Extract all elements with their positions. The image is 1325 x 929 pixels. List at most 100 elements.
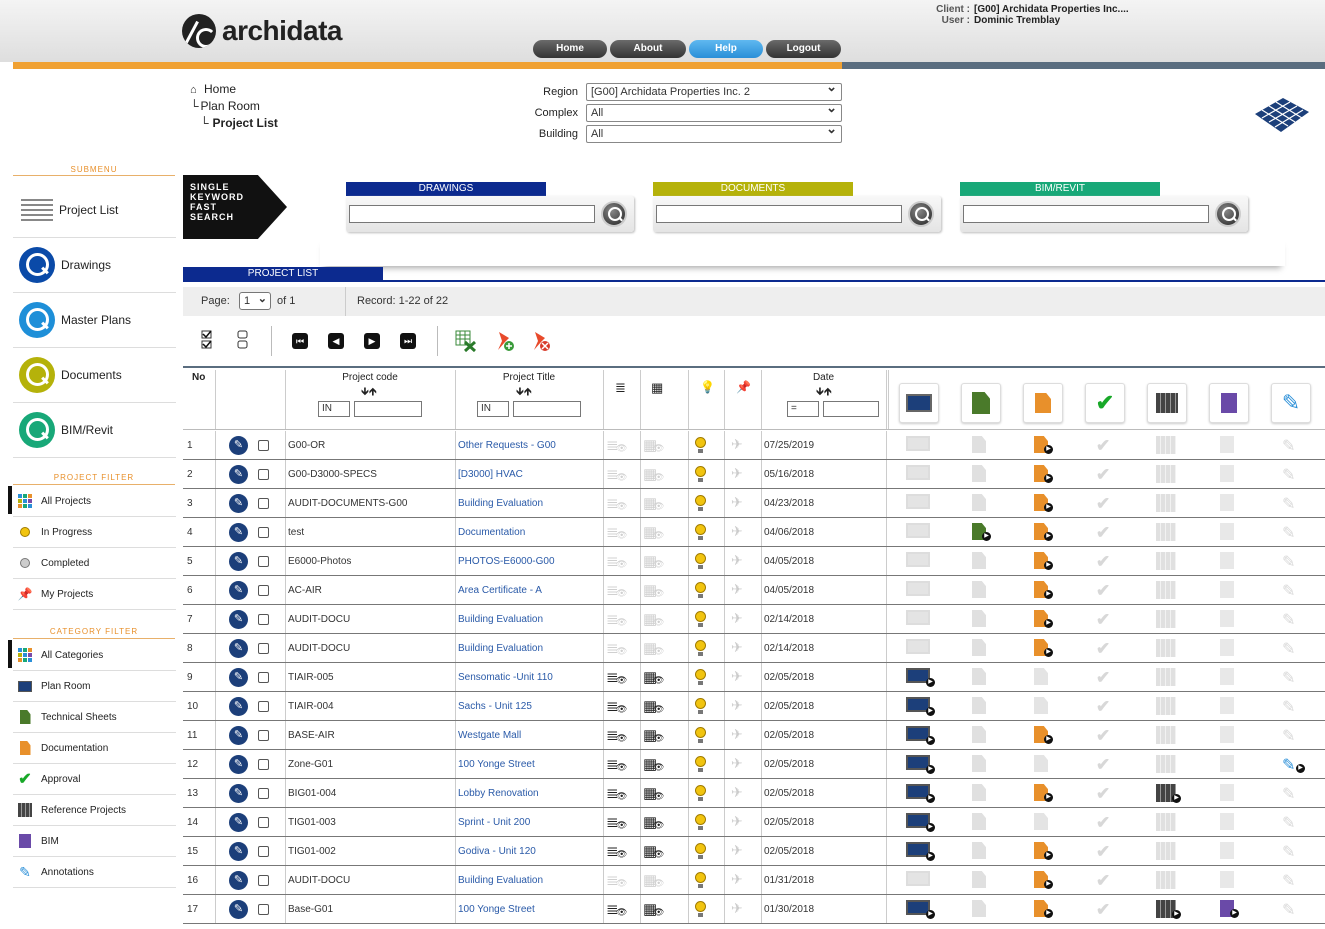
- table-row[interactable]: 17 ✎ Base-G01 100 Yonge Street ≣ 👁 ▦ 👁 ✈ 01/30/20…: [183, 895, 1325, 924]
- category-filter-reference-projects[interactable]: Reference Projects: [13, 795, 176, 826]
- reference-projects-column-icon[interactable]: [1147, 383, 1187, 423]
- master-grid-view-icon[interactable]: ▦ 👁: [643, 668, 664, 686]
- edit-pencil-icon[interactable]: ✎: [229, 639, 248, 658]
- project-title-link[interactable]: [D3000] HVAC: [458, 469, 523, 480]
- bim-search-input[interactable]: [963, 205, 1209, 223]
- reference-projects-cell-icon[interactable]: ▶: [1156, 900, 1181, 919]
- documentation-cell-icon[interactable]: ▶: [1034, 465, 1054, 483]
- row-checkbox[interactable]: [258, 614, 269, 625]
- reference-projects-cell-icon[interactable]: ▶: [1156, 784, 1181, 803]
- page-select[interactable]: 1 ⌄: [239, 292, 271, 310]
- edit-pencil-icon[interactable]: ✎: [229, 523, 248, 542]
- pin-icon[interactable]: ✈: [731, 697, 743, 714]
- nav-logout-button[interactable]: Logout: [766, 40, 841, 58]
- table-row[interactable]: 13 ✎ BIG01-004 Lobby Renovation ≣ 👁 ▦ 👁 ✈ 02/05/2…: [183, 779, 1325, 808]
- project-title-link[interactable]: Other Requests - G00: [458, 440, 556, 451]
- table-row[interactable]: 2 ✎ G00-D3000-SPECS [D3000] HVAC ≣ 👁 ▦ 👁 ✈ 05/16/…: [183, 460, 1325, 489]
- project-filter-my-projects[interactable]: 📌 My Projects: [13, 579, 176, 610]
- pin-icon[interactable]: ✈: [731, 900, 743, 917]
- edit-pencil-icon[interactable]: ✎: [229, 610, 248, 629]
- master-grid-view-icon[interactable]: ▦ 👁: [643, 784, 664, 802]
- breadcrumb-plan-room[interactable]: └ Plan Room: [190, 99, 278, 116]
- row-checkbox[interactable]: [258, 585, 269, 596]
- documents-search-button[interactable]: [908, 201, 934, 227]
- table-row[interactable]: 5 ✎ E6000-Photos PHOTOS-E6000-G00 ≣ 👁 ▦ 👁 ✈ 04/05…: [183, 547, 1325, 576]
- row-checkbox[interactable]: [258, 875, 269, 886]
- category-filter-bim[interactable]: BIM: [13, 826, 176, 857]
- row-checkbox[interactable]: [258, 469, 269, 480]
- edit-pencil-icon[interactable]: ✎: [229, 494, 248, 513]
- documentation-cell-icon[interactable]: ▶: [1034, 639, 1054, 657]
- code-operator-select[interactable]: IN: [318, 401, 350, 417]
- drawing-list-view-icon[interactable]: ≣ 👁: [606, 900, 627, 918]
- region-select[interactable]: [G00] Archidata Properties Inc. 2: [586, 80, 842, 101]
- project-title-link[interactable]: 100 Yonge Street: [458, 904, 535, 915]
- drawing-list-view-icon[interactable]: ≣ 👁: [606, 755, 627, 773]
- plan-room-cell-icon[interactable]: ▶: [906, 697, 935, 716]
- project-title-link[interactable]: Building Evaluation: [458, 643, 543, 654]
- row-checkbox[interactable]: [258, 817, 269, 828]
- edit-pencil-icon[interactable]: ✎: [229, 755, 248, 774]
- pin-icon[interactable]: ✈: [731, 726, 743, 743]
- edit-pencil-icon[interactable]: ✎: [229, 813, 248, 832]
- check-all-icon[interactable]: [199, 330, 215, 349]
- project-title-link[interactable]: Building Evaluation: [458, 875, 543, 886]
- row-checkbox[interactable]: [258, 643, 269, 654]
- edit-pencil-icon[interactable]: ✎: [229, 900, 248, 919]
- edit-pencil-icon[interactable]: ✎: [229, 465, 248, 484]
- edit-pencil-icon[interactable]: ✎: [229, 697, 248, 716]
- drawings-search-input[interactable]: [349, 205, 595, 223]
- documentation-column-icon[interactable]: [1023, 383, 1063, 423]
- drawing-list-view-icon[interactable]: ≣ 👁: [606, 726, 627, 744]
- row-checkbox[interactable]: [258, 904, 269, 915]
- table-row[interactable]: 10 ✎ TIAIR-004 Sachs - Unit 125 ≣ 👁 ▦ 👁 ✈ 02/05/2…: [183, 692, 1325, 721]
- first-page-icon[interactable]: ⏮: [292, 333, 308, 349]
- plan-room-cell-icon[interactable]: ▶: [906, 668, 935, 687]
- pin-icon[interactable]: ✈: [731, 668, 743, 685]
- submenu-item-project-list[interactable]: Project List: [13, 183, 176, 238]
- project-title-link[interactable]: Documentation: [458, 527, 525, 538]
- plan-room-cell-icon[interactable]: ▶: [906, 726, 935, 745]
- technical-sheets-column-icon[interactable]: [961, 383, 1001, 423]
- approval-column-icon[interactable]: ✔: [1085, 383, 1125, 423]
- complex-select[interactable]: All: [586, 101, 842, 122]
- drawing-list-view-icon[interactable]: ≣ 👁: [606, 813, 627, 831]
- documentation-cell-icon[interactable]: ▶: [1034, 552, 1054, 570]
- annotations-column-icon[interactable]: ✎: [1271, 383, 1311, 423]
- breadcrumb-home[interactable]: ⌂ Home: [190, 82, 278, 99]
- table-row[interactable]: 3 ✎ AUDIT-DOCUMENTS-G00 Building Evaluation…: [183, 489, 1325, 518]
- project-title-link[interactable]: 100 Yonge Street: [458, 759, 535, 770]
- plan-room-cell-icon[interactable]: ▶: [906, 813, 935, 832]
- master-grid-view-icon[interactable]: ▦ 👁: [643, 755, 664, 773]
- drawing-list-view-icon[interactable]: ≣ 👁: [606, 697, 627, 715]
- pin-icon[interactable]: ✈: [731, 552, 743, 569]
- technical-sheets-cell-icon[interactable]: ▶: [972, 523, 992, 541]
- project-filter-all[interactable]: All Projects: [8, 486, 176, 517]
- pin-add-icon[interactable]: [493, 330, 515, 352]
- row-checkbox[interactable]: [258, 701, 269, 712]
- category-filter-plan-room[interactable]: Plan Room: [13, 671, 176, 702]
- row-checkbox[interactable]: [258, 440, 269, 451]
- edit-pencil-icon[interactable]: ✎: [229, 552, 248, 571]
- category-filter-technical-sheets[interactable]: Technical Sheets: [13, 702, 176, 733]
- row-checkbox[interactable]: [258, 672, 269, 683]
- edit-pencil-icon[interactable]: ✎: [229, 581, 248, 600]
- table-row[interactable]: 12 ✎ Zone-G01 100 Yonge Street ≣ 👁 ▦ 👁 ✈ 02/05/20…: [183, 750, 1325, 779]
- project-title-link[interactable]: Area Certificate - A: [458, 585, 542, 596]
- table-row[interactable]: 15 ✎ TIG01-002 Godiva - Unit 120 ≣ 👁 ▦ 👁 ✈ 02/05/…: [183, 837, 1325, 866]
- building-select[interactable]: All: [586, 122, 842, 143]
- master-grid-view-icon[interactable]: ▦ 👁: [643, 842, 664, 860]
- row-checkbox[interactable]: [258, 846, 269, 857]
- uncheck-all-icon[interactable]: [235, 330, 251, 349]
- documentation-cell-icon[interactable]: ▶: [1034, 842, 1054, 860]
- master-grid-view-icon[interactable]: ▦ 👁: [643, 697, 664, 715]
- previous-page-icon[interactable]: ◀: [328, 333, 344, 349]
- table-row[interactable]: 7 ✎ AUDIT-DOCU Building Evaluation ≣ 👁 ▦ 👁 ✈ 02/1…: [183, 605, 1325, 634]
- annotations-cell-icon[interactable]: ✎ ▶: [1282, 755, 1305, 774]
- project-title-link[interactable]: Westgate Mall: [458, 730, 521, 741]
- export-excel-icon[interactable]: [455, 330, 477, 352]
- documentation-cell-icon[interactable]: ▶: [1034, 494, 1054, 512]
- project-title-link[interactable]: Sprint - Unit 200: [458, 817, 530, 828]
- edit-pencil-icon[interactable]: ✎: [229, 436, 248, 455]
- pin-icon[interactable]: ✈: [731, 639, 743, 656]
